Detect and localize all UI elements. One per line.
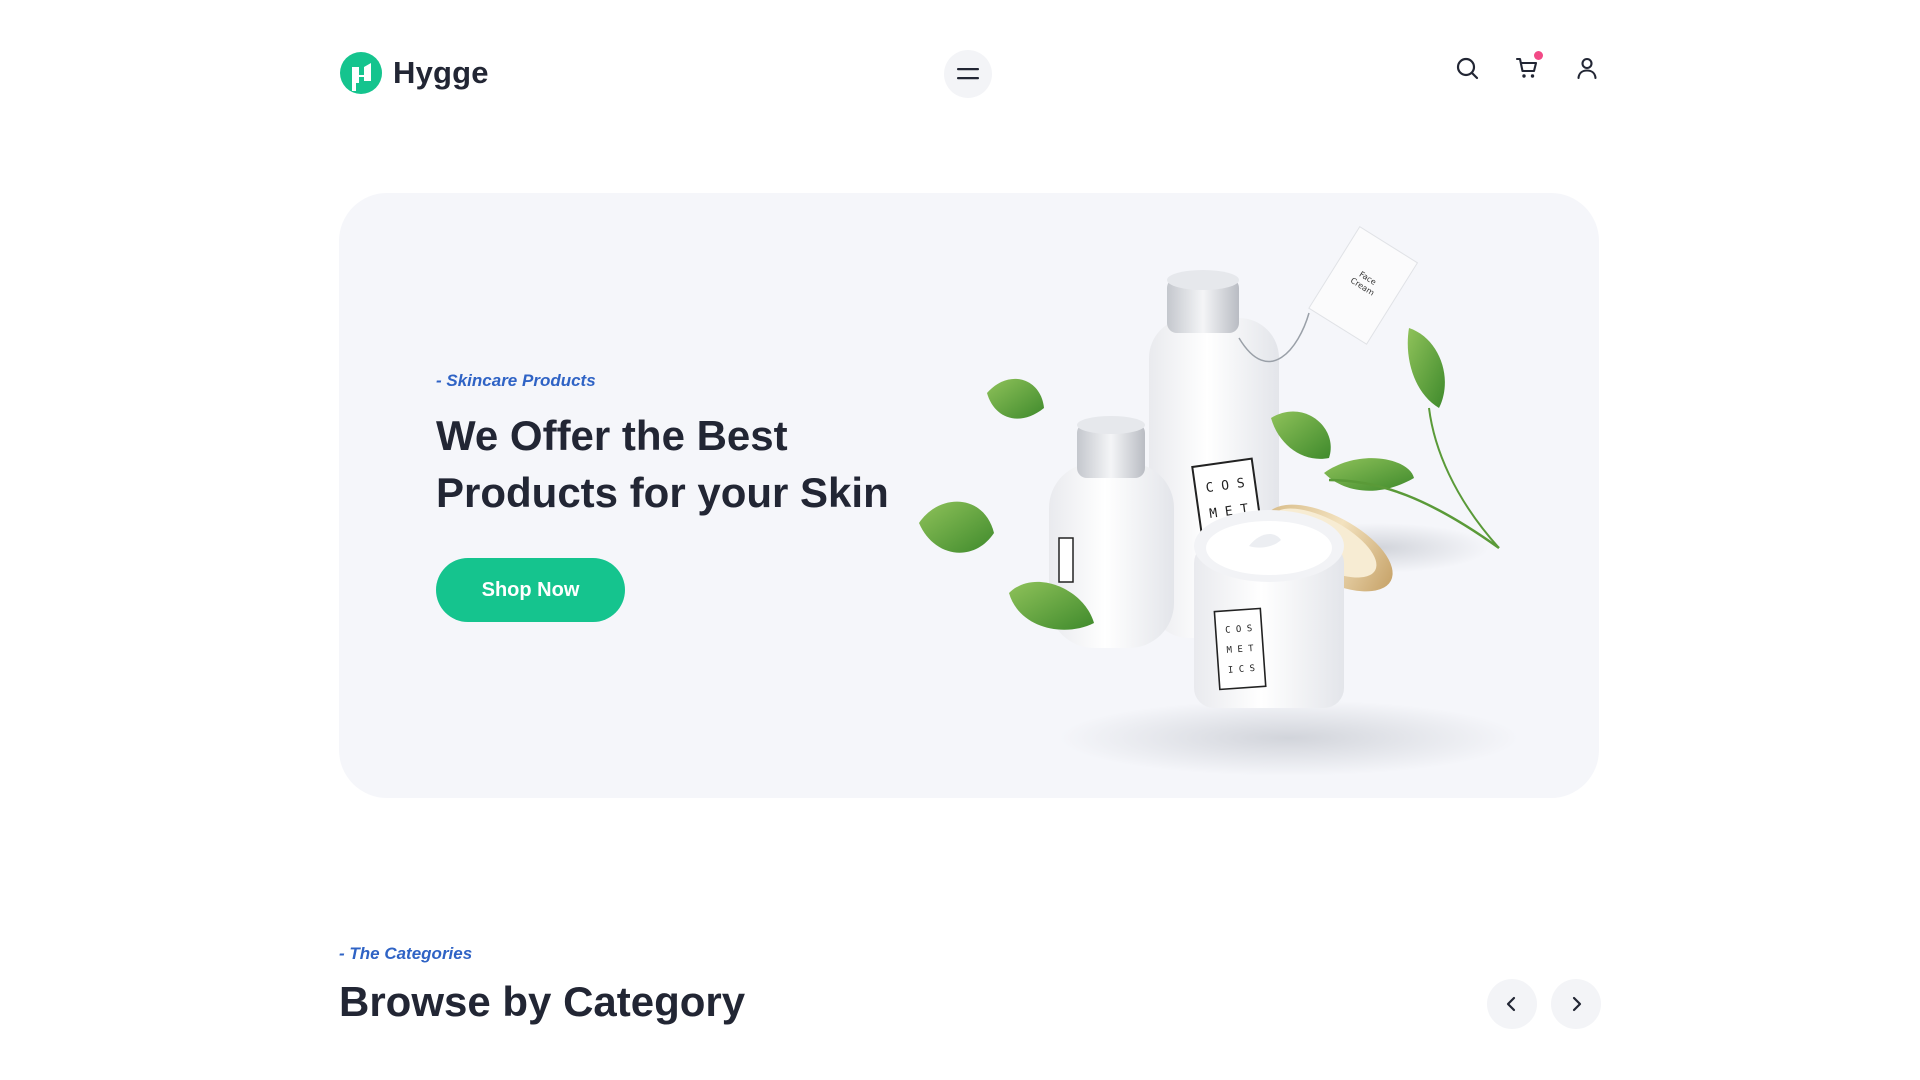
- carousel-prev-button[interactable]: [1487, 979, 1537, 1029]
- chevron-left-icon: [1506, 996, 1516, 1012]
- cart-icon: [1515, 57, 1538, 78]
- svg-text:M E T: M E T: [1226, 644, 1254, 656]
- account-button[interactable]: [1575, 56, 1599, 80]
- hero-title-line-1: We Offer the Best: [436, 412, 788, 459]
- search-icon: [1456, 57, 1479, 80]
- shop-now-button[interactable]: Shop Now: [436, 558, 625, 622]
- user-icon: [1577, 57, 1597, 80]
- menu-icon: [957, 68, 979, 80]
- site-header: Hygge: [339, 50, 1599, 100]
- hero-title-line-2: Products for your Skin: [436, 469, 889, 516]
- categories-kicker: - The Categories: [339, 944, 473, 963]
- chevron-right-icon: [1572, 996, 1582, 1012]
- skincare-products-illustration: C O S M E T I C S Face Cream C O S M E T…: [919, 226, 1519, 776]
- logo-mark-icon: [340, 52, 382, 94]
- hero-kicker: - Skincare Products: [436, 371, 596, 390]
- svg-text:I C S: I C S: [1228, 664, 1256, 676]
- menu-button[interactable]: [944, 50, 992, 98]
- hero-banner: - Skincare Products We Offer the Best Pr…: [339, 193, 1599, 798]
- header-actions: [1455, 51, 1599, 80]
- categories-title: Browse by Category: [339, 978, 746, 1025]
- cart-button[interactable]: [1515, 51, 1543, 80]
- carousel-next-button[interactable]: [1551, 979, 1601, 1029]
- brand-name: Hygge: [393, 55, 489, 90]
- hero-title: We Offer the Best Products for your Skin: [436, 407, 956, 521]
- search-button[interactable]: [1455, 56, 1479, 80]
- cart-badge: [1534, 51, 1543, 60]
- brand-logo[interactable]: Hygge: [339, 50, 489, 96]
- svg-text:C O S: C O S: [1225, 624, 1253, 636]
